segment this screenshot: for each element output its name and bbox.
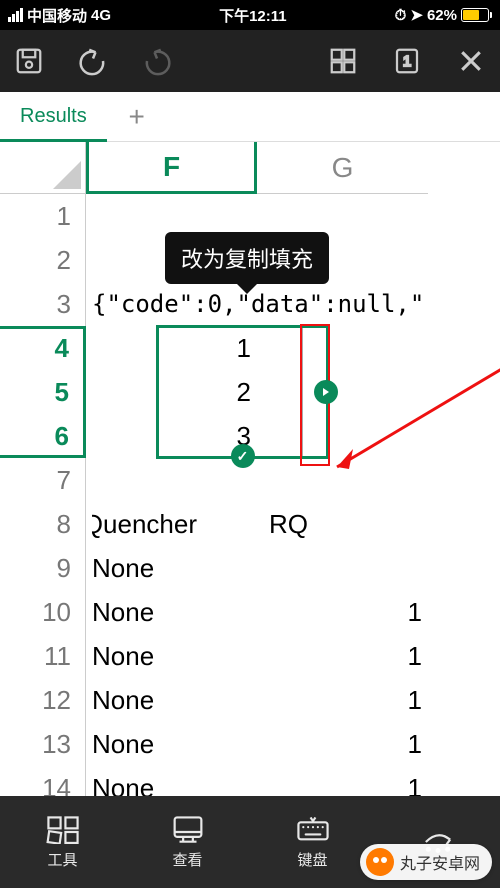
close-icon[interactable] xyxy=(456,46,486,76)
cell[interactable]: None xyxy=(86,678,257,722)
cell[interactable] xyxy=(257,370,428,414)
row-header[interactable]: 11 xyxy=(0,634,86,678)
cell[interactable]: None xyxy=(86,634,257,678)
keyboard-icon xyxy=(296,815,330,845)
tools-icon xyxy=(46,815,80,845)
cell[interactable]: 1 xyxy=(86,326,257,370)
row-header[interactable]: 4 xyxy=(0,326,86,370)
nav-view[interactable]: 查看 xyxy=(125,815,250,870)
cell[interactable]: None xyxy=(86,722,257,766)
row-header[interactable]: 3 xyxy=(0,282,86,326)
row-header[interactable]: 6 xyxy=(0,414,86,458)
cell[interactable] xyxy=(86,458,257,502)
row-header[interactable]: 13 xyxy=(0,722,86,766)
undo-icon[interactable] xyxy=(78,46,108,76)
cell[interactable] xyxy=(257,546,428,590)
cell[interactable]: 2 xyxy=(86,370,257,414)
cell[interactable]: ter Quencher xyxy=(92,502,263,546)
nav-tools[interactable]: 工具 xyxy=(0,815,125,870)
carrier-text: 中国移动 xyxy=(27,5,87,26)
grid-icon[interactable] xyxy=(328,46,358,76)
watermark-text: 丸子安卓网 xyxy=(400,850,480,874)
row-header[interactable]: 5 xyxy=(0,370,86,414)
status-bar: 中国移动 4G 下午12:11 ⏱ ➤ 62% xyxy=(0,0,500,30)
cell[interactable]: 3 xyxy=(86,414,257,458)
column-header-g[interactable]: G xyxy=(257,142,428,194)
cell[interactable]: None xyxy=(86,590,257,634)
watermark-icon xyxy=(366,848,394,876)
fill-tooltip[interactable]: 改为复制填充 xyxy=(165,232,329,284)
save-icon[interactable] xyxy=(14,46,44,76)
row-header[interactable]: 7 xyxy=(0,458,86,502)
time-text: 下午12:11 xyxy=(219,5,287,26)
row-header[interactable]: 9 xyxy=(0,546,86,590)
page-1-icon[interactable]: 1 xyxy=(392,46,422,76)
cell[interactable]: RQ xyxy=(263,502,434,546)
cell[interactable]: None xyxy=(86,546,257,590)
cell[interactable] xyxy=(257,414,428,458)
column-header-f[interactable]: F xyxy=(86,142,257,194)
row-header[interactable]: 12 xyxy=(0,678,86,722)
cell[interactable] xyxy=(257,326,428,370)
redo-icon[interactable] xyxy=(142,46,172,76)
nav-keyboard[interactable]: 键盘 xyxy=(250,815,375,870)
cell[interactable]: 1 xyxy=(257,590,428,634)
alarm-icon: ⏱ xyxy=(395,7,407,24)
nav-label: 键盘 xyxy=(297,849,327,870)
row-header[interactable]: 1 xyxy=(0,194,86,238)
tab-results[interactable]: Results xyxy=(0,92,107,141)
row-header[interactable]: 14 xyxy=(0,766,86,796)
cell[interactable]: 1 xyxy=(257,678,428,722)
signal-icon xyxy=(8,8,23,22)
toolbar: 1 xyxy=(0,30,500,92)
cell[interactable]: 1 xyxy=(257,634,428,678)
svg-text:1: 1 xyxy=(403,53,411,70)
tab-add[interactable]: + xyxy=(107,92,167,141)
watermark: 丸子安卓网 xyxy=(360,844,492,880)
nav-label: 查看 xyxy=(172,849,202,870)
row-header[interactable]: 2 xyxy=(0,238,86,282)
select-all-corner[interactable] xyxy=(0,142,86,194)
location-icon: ➤ xyxy=(410,6,423,24)
tab-bar: Results + xyxy=(0,92,500,142)
cell[interactable]: 1 xyxy=(257,766,428,796)
cell[interactable] xyxy=(257,458,428,502)
spreadsheet[interactable]: F G 1 2 3{"code":0,"data":null," 41 52 6… xyxy=(0,142,500,796)
row-header[interactable]: 10 xyxy=(0,590,86,634)
cell[interactable]: 1 xyxy=(257,722,428,766)
battery-icon xyxy=(461,8,492,22)
cell[interactable]: None xyxy=(86,766,257,796)
network-text: 4G xyxy=(91,7,111,24)
nav-label: 工具 xyxy=(47,849,77,870)
battery-pct: 62% xyxy=(427,7,457,24)
view-icon xyxy=(171,815,205,845)
cell[interactable]: {"code":0,"data":null," xyxy=(86,282,436,326)
